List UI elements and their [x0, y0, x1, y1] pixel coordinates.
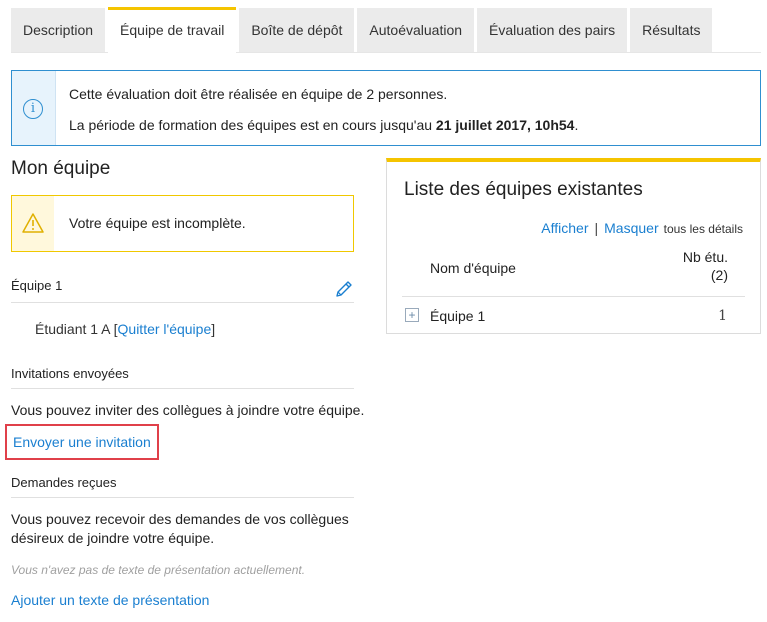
leave-team-link[interactable]: Quitter l'équipe [118, 321, 212, 337]
info-team-count: 2 [366, 86, 375, 102]
column-header-student-count: Nb étu. (2) [683, 248, 728, 284]
tab-evaluation-des-pairs[interactable]: Évaluation des pairs [477, 8, 628, 52]
teams-list-title: Liste des équipes existantes [404, 179, 643, 200]
team-row-name: Équipe 1 [430, 308, 486, 324]
info-alert: i Cette évaluation doit être réalisée en… [11, 70, 761, 146]
deadline-date: 21 juillet 2017, 10h54 [435, 117, 575, 133]
show-details-link[interactable]: Afficher [541, 220, 588, 236]
divider [11, 497, 354, 498]
send-invitation-link[interactable]: Envoyer une invitation [5, 424, 159, 460]
details-label: tous les détails [663, 222, 743, 236]
info-line2-suffix: . [574, 117, 579, 133]
tab-autoevaluation[interactable]: Autoévaluation [357, 8, 475, 52]
hide-details-link[interactable]: Masquer [604, 220, 658, 236]
add-presentation-link[interactable]: Ajouter un texte de présentation [11, 592, 209, 608]
tab-equipe-de-travail[interactable]: Équipe de travail [108, 7, 237, 53]
tab-boite-de-depot[interactable]: Boîte de dépôt [239, 8, 355, 52]
info-deadline: La période de formation des équipes est … [69, 117, 578, 133]
teams-list-panel: Liste des équipes existantes Afficher | Ma… [386, 158, 761, 334]
invitations-title: Invitations envoyées [11, 366, 129, 381]
tab-resultats[interactable]: Résultats [630, 8, 713, 52]
column-header-nb-max: (2) [710, 267, 728, 283]
member-name: Étudiant 1 A [35, 321, 110, 337]
info-line1-prefix: Cette évaluation doit être réalisée en é… [69, 86, 367, 102]
divider [11, 388, 354, 389]
separator: | [594, 220, 599, 236]
tab-bar: Description Équipe de travail Boîte de d… [11, 7, 761, 53]
invitations-text: Vous pouvez inviter des collègues à join… [11, 402, 365, 418]
warning-triangle-icon [22, 213, 44, 233]
bracket-close: ] [211, 321, 216, 337]
team-row-count: 1 [718, 308, 727, 324]
divider [402, 296, 745, 297]
info-team-size: Cette évaluation doit être réalisée en é… [69, 86, 447, 102]
divider [11, 302, 354, 303]
warning-text: Votre équipe est incomplète. [69, 215, 246, 231]
info-alert-sidebar: i [12, 71, 56, 145]
my-team-heading: Mon équipe [11, 158, 111, 179]
requests-text-line2: désireux de joindre votre équipe. [11, 530, 215, 546]
incomplete-team-warning: Votre équipe est incomplète. [11, 195, 354, 252]
pencil-icon[interactable] [333, 278, 355, 300]
details-toggle: Afficher | Masquer tous les détails [541, 220, 743, 236]
info-line2-prefix: La période de formation des équipes est … [69, 117, 436, 133]
requests-title: Demandes reçues [11, 475, 117, 490]
team-member: Étudiant 1 A [Quitter l'équipe] [35, 321, 215, 337]
team-name: Équipe 1 [11, 278, 63, 293]
requests-text-line1: Vous pouvez recevoir des demandes de vos… [11, 511, 349, 527]
info-circle-icon: i [23, 99, 43, 119]
column-header-team-name: Nom d'équipe [430, 260, 516, 276]
warning-sidebar [12, 196, 54, 251]
plus-square-icon[interactable]: + [405, 308, 419, 322]
tab-description[interactable]: Description [11, 8, 106, 52]
column-header-nb-label: Nb étu. [682, 249, 728, 265]
info-line1-suffix: personnes. [374, 86, 448, 102]
no-presentation-text: Vous n'avez pas de texte de présentation… [11, 563, 306, 577]
